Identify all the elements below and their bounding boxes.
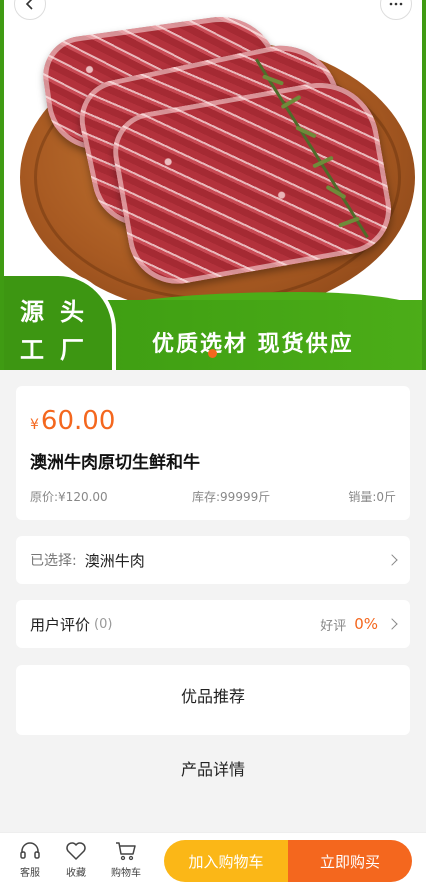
heart-icon: [66, 842, 86, 860]
service-label: 客服: [20, 868, 40, 879]
selected-value: 澳洲牛肉: [84, 551, 145, 570]
buy-now-button[interactable]: 立即购买: [288, 840, 412, 882]
reviews-count: (0): [94, 616, 113, 632]
cart-icon: [116, 842, 136, 861]
recommend-section: 优品推荐: [16, 665, 410, 735]
sales-count: 销量:0斤: [348, 490, 396, 504]
product-detail-title: 产品详情: [180, 760, 245, 779]
currency-symbol: ¥: [30, 417, 39, 433]
selected-label: 已选择:: [30, 553, 77, 569]
cart-button[interactable]: 购物车: [104, 841, 148, 879]
reviews-row[interactable]: 用户评价 (0) 好评 0%: [16, 600, 410, 648]
product-image-carousel[interactable]: 源头 工厂 优质选材 现货供应: [0, 0, 426, 370]
headset-icon: [20, 842, 40, 859]
favorite-button[interactable]: 收藏: [54, 841, 98, 879]
service-button[interactable]: 客服: [8, 841, 52, 879]
spec-selector[interactable]: 已选择: 澳洲牛肉: [16, 536, 410, 584]
cart-label: 购物车: [111, 868, 141, 879]
favorite-label: 收藏: [66, 868, 86, 879]
chevron-right-icon: [386, 554, 398, 566]
reviews-title: 用户评价: [30, 615, 91, 634]
recommend-title: 优品推荐: [180, 687, 245, 706]
good-rating-label: 好评: [320, 618, 347, 634]
good-rating-percent: 0%: [354, 615, 378, 633]
chevron-right-icon: [386, 618, 398, 630]
stock-count: 库存:99999斤: [192, 490, 271, 504]
product-price: ¥60.00: [30, 406, 115, 436]
original-price: 原价:¥120.00: [30, 490, 108, 504]
price-value: 60.00: [40, 406, 116, 436]
product-info-card: ¥60.00 澳洲牛肉原切生鲜和牛 原价:¥120.00 库存:99999斤 销…: [16, 386, 410, 520]
chevron-left-icon: [25, 0, 33, 10]
product-title: 澳洲牛肉原切生鲜和牛: [30, 453, 200, 473]
add-to-cart-button[interactable]: 加入购物车: [164, 840, 288, 882]
more-icon: [389, 2, 403, 6]
bottom-action-bar: 客服 收藏 购物车 加入购物车 立即购买: [0, 832, 426, 882]
